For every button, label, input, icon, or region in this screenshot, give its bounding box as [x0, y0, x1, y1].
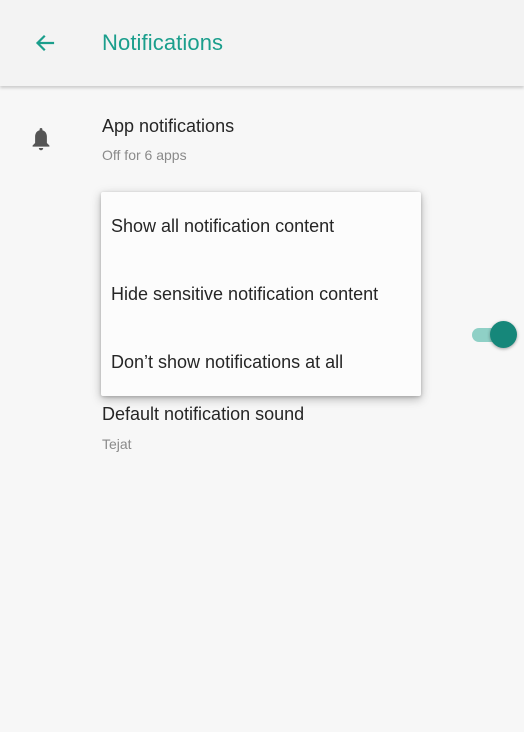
app-bar: Notifications [0, 0, 524, 86]
lock-screen-options-menu: Show all notification content Hide sensi… [101, 192, 421, 396]
app-notifications-title: App notifications [102, 116, 235, 136]
arrow-left-icon [35, 34, 55, 52]
default-sound-setting[interactable]: Default notification sound Tejat [0, 396, 524, 466]
app-notifications-setting[interactable]: App notifications Off for 6 apps [0, 100, 524, 180]
menu-item-show-all[interactable]: Show all notification content [101, 192, 421, 260]
menu-item-hide-sensitive[interactable]: Hide sensitive notification content [101, 260, 421, 328]
page-title: Notifications [102, 30, 224, 55]
notification-toggle-switch[interactable] [472, 320, 517, 350]
default-sound-title: Default notification sound [102, 404, 305, 424]
default-sound-subtitle: Tejat [102, 436, 132, 452]
bell-icon [32, 128, 50, 151]
switch-thumb [490, 321, 517, 348]
menu-item-dont-show[interactable]: Don’t show notifications at all [101, 328, 421, 396]
back-button[interactable] [28, 26, 62, 60]
app-notifications-subtitle: Off for 6 apps [102, 147, 187, 163]
